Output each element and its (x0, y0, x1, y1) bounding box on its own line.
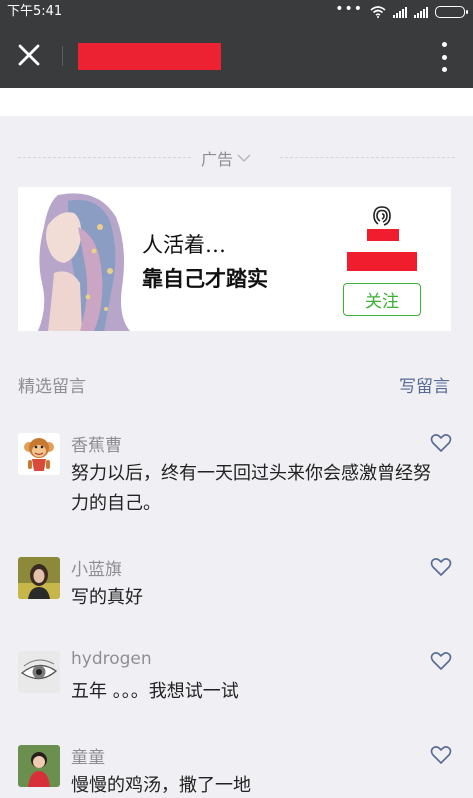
avatar[interactable] (18, 651, 60, 693)
ad-card[interactable]: 人活着… 靠自己才踏实 关注 (18, 187, 451, 331)
ad-label-row: 广告 (18, 146, 455, 170)
avatar[interactable] (18, 745, 60, 787)
photo-avatar-icon (18, 557, 60, 599)
comment-text: 写的真好 (71, 587, 143, 608)
fingerprint-logo-icon (373, 206, 391, 226)
redacted-ad-text (367, 229, 399, 241)
redacted-ad-name (347, 252, 417, 271)
battery-icon (435, 6, 468, 18)
heart-icon[interactable] (430, 433, 452, 453)
avatar[interactable] (18, 557, 60, 599)
comment-author: hydrogen (71, 649, 152, 669)
follow-button[interactable]: 关注 (343, 283, 421, 316)
comment-author: 香蕉曹 (71, 436, 122, 456)
more-dot (441, 67, 447, 72)
heart-icon[interactable] (430, 651, 452, 671)
comment-author: 小蓝旗 (71, 560, 122, 580)
status-time: 下午5:41 (7, 4, 63, 19)
comments-title: 精选留言 (18, 377, 86, 397)
article-bottom (0, 88, 473, 116)
heart-icon[interactable] (430, 745, 452, 765)
heart-icon[interactable] (430, 557, 452, 577)
ad-headline: 人活着… (142, 233, 226, 257)
comment-author: 童童 (71, 748, 105, 768)
ad-subheadline: 靠自己才踏实 (142, 266, 268, 291)
status-bar: 下午5:41 ••• (0, 0, 473, 24)
close-button[interactable] (14, 40, 44, 70)
wifi-icon (370, 6, 386, 18)
comment-text: 慢慢的鸡汤，撒了一地 (71, 775, 251, 796)
ad-label-text: 广告 (201, 150, 234, 169)
more-dots-icon: ••• (335, 1, 363, 17)
header-divider (62, 46, 63, 66)
write-comment-link[interactable]: 写留言 (399, 372, 450, 397)
divider-line (280, 157, 455, 158)
ad-label[interactable]: 广告 (201, 146, 251, 170)
status-icons: ••• (335, 0, 468, 24)
more-button[interactable] (437, 42, 451, 72)
more-dot (441, 54, 447, 60)
more-vertical-icon (441, 42, 447, 47)
redacted-title (78, 43, 221, 70)
eye-sketch-avatar-icon (18, 651, 60, 693)
ad-illustration (18, 187, 140, 331)
top-bar (0, 24, 473, 88)
signal-icon (393, 6, 407, 18)
comment-text: 五年 。。。我想试一试 (71, 681, 239, 702)
child-photo-avatar-icon (18, 745, 60, 787)
avatar[interactable] (18, 433, 60, 475)
chevron-down-icon (237, 154, 251, 163)
comment-text: 努力以后，终有一天回过头来你会感激曾经努力的自己。 (71, 463, 431, 514)
close-icon (18, 44, 40, 66)
divider-line (18, 157, 191, 158)
signal-icon (414, 6, 428, 18)
monkey-avatar-icon (18, 433, 60, 475)
